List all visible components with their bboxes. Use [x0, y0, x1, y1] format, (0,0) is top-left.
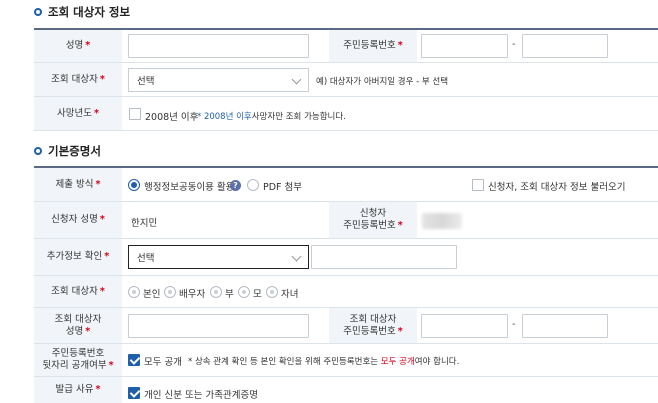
row-submit-method: 제출 방식 * 행정정보공동이용 활용 ? PDF 첨부 신청자, 조회 대상자 … — [34, 168, 658, 202]
label-applicant-rrn: 신청자 주민등록번호 * — [329, 202, 417, 238]
row-target: 조회 대상자 * 선택 예) 대상자가 아버지일 경우 - 부 선택 — [34, 63, 658, 97]
label-target: 조회 대상자 * — [34, 63, 122, 96]
radio-spouse-label: 배우자 — [179, 289, 206, 300]
radio-admin-info[interactable] — [128, 179, 140, 191]
label-name: 성명 * — [34, 30, 122, 62]
label-issue-reason: 발급 사유 * — [34, 377, 122, 403]
radio-pdf[interactable] — [247, 179, 259, 191]
row-death-year: 사망년도 * 2008년 이후 * 2008년 이후사망자만 조회 가능합니다. — [34, 97, 658, 131]
extra-info-select-value: 선택 — [137, 253, 155, 264]
section-title-text: 기본증명서 — [48, 144, 101, 158]
label-rrn: 주민등록번호 * — [329, 30, 417, 62]
label-target-rrn: 조회 대상자 주민등록번호 * — [329, 308, 417, 343]
section-title-basic-cert: 기본증명서 — [34, 142, 101, 160]
help-icon[interactable]: ? — [230, 180, 241, 191]
target-rrn-back-input[interactable] — [522, 314, 608, 338]
radio-spouse[interactable] — [164, 286, 176, 298]
row-relation: 조회 대상자 * 본인 배우자 부 모 자녀 — [34, 276, 658, 308]
row-target-name-rrn: 조회 대상자 성명 * 조회 대상자 주민등록번호 * - — [34, 308, 658, 344]
name-input[interactable] — [128, 34, 309, 58]
target-select[interactable]: 선택 — [128, 68, 309, 92]
label-extra-info: 추가정보 확인 * — [34, 239, 122, 275]
target-note: 예) 대상자가 아버지일 경우 - 부 선택 — [316, 77, 449, 87]
extra-info-input[interactable] — [311, 245, 457, 269]
bullet-icon — [34, 147, 42, 155]
radio-mother[interactable] — [238, 286, 250, 298]
extra-info-select[interactable]: 선택 — [128, 245, 309, 269]
section-title-target-info: 조회 대상자 정보 — [34, 3, 130, 21]
chevron-down-icon — [291, 74, 302, 85]
rrn-dash: - — [512, 39, 516, 50]
target-select-value: 선택 — [137, 76, 155, 87]
issue-reason-checkbox[interactable] — [128, 387, 140, 399]
row-extra-info: 추가정보 확인 * 선택 — [34, 239, 658, 276]
radio-self[interactable] — [128, 286, 140, 298]
radio-father-label: 부 — [225, 289, 234, 300]
chevron-down-icon — [291, 251, 302, 262]
death-year-checkbox-label: 2008년 이후 — [145, 112, 199, 123]
row-applicant: 신청자 성명 * 한지민 신청자 주민등록번호 * — [34, 202, 658, 239]
label-target-name: 조회 대상자 성명 * — [34, 308, 122, 343]
rrn-front-input[interactable] — [421, 34, 508, 58]
radio-child[interactable] — [266, 286, 278, 298]
load-info-checkbox[interactable] — [472, 179, 484, 191]
target-name-input[interactable] — [128, 314, 309, 338]
death-year-note: * 2008년 이후사망자만 조회 가능합니다. — [197, 112, 346, 122]
section-title-text: 조회 대상자 정보 — [48, 5, 131, 19]
label-relation: 조회 대상자 * — [34, 276, 122, 307]
radio-admin-info-label: 행정정보공동이용 활용 — [144, 182, 235, 193]
radio-pdf-label: PDF 첨부 — [263, 182, 303, 193]
rrn-dash: - — [512, 319, 516, 330]
applicant-rrn-masked — [422, 213, 462, 229]
radio-child-label: 자녀 — [281, 289, 299, 300]
row-issue-reason: 발급 사유 * 개인 신분 또는 가족관계증명 — [34, 377, 658, 403]
label-submit-method: 제출 방식 * — [34, 168, 122, 201]
rrn-back-input[interactable] — [522, 34, 608, 58]
rrn-disclosure-note: * 상속 관계 확인 등 본인 확인을 위해 주민등록번호는 모두 공개여야 합… — [188, 357, 460, 367]
disclose-all-label: 모두 공개 — [144, 357, 182, 368]
row-rrn-disclosure: 주민등록번호 뒷자리 공개여부 * 모두 공개 * 상속 관계 확인 등 본인 확인… — [34, 344, 658, 377]
bullet-icon — [34, 8, 42, 16]
label-rrn-disclosure: 주민등록번호 뒷자리 공개여부 * — [34, 344, 122, 376]
death-year-checkbox[interactable] — [129, 108, 141, 120]
radio-father[interactable] — [210, 286, 222, 298]
radio-self-label: 본인 — [143, 289, 161, 300]
applicant-name-value: 한지민 — [131, 218, 158, 229]
label-applicant-name: 신청자 성명 * — [34, 202, 122, 238]
load-info-label: 신청자, 조회 대상자 정보 불러오기 — [488, 182, 626, 193]
disclose-all-checkbox[interactable] — [128, 354, 140, 366]
radio-mother-label: 모 — [253, 289, 262, 300]
row-name-rrn: 성명 * 주민등록번호 * - — [34, 30, 658, 63]
target-rrn-front-input[interactable] — [421, 314, 508, 338]
label-death-year: 사망년도 * — [34, 97, 122, 130]
